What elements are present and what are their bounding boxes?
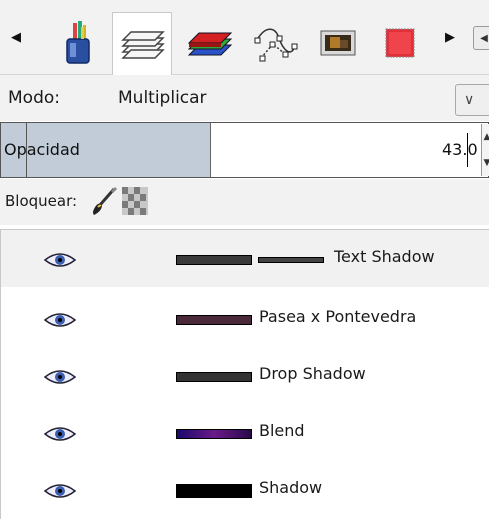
layer-row-pasea[interactable]: Pasea x Pontevedra (1, 290, 489, 347)
layer-row-text-shadow[interactable]: Text Shadow (1, 230, 489, 287)
layer-thumbnail (176, 484, 252, 498)
layer-row-shadow[interactable]: Shadow (1, 461, 489, 518)
opacity-label: Opacidad (4, 140, 80, 159)
tab-tool-options[interactable] (48, 12, 108, 74)
layer-thumbnail (176, 255, 252, 265)
layer-name[interactable]: Blend (259, 421, 305, 440)
layer-thumbnail (176, 315, 252, 325)
paths-icon (254, 28, 298, 62)
eye-icon[interactable] (43, 250, 77, 274)
layers-icon (121, 31, 165, 59)
paintbrush-icon (93, 186, 118, 215)
opacity-spinner[interactable]: ▲ ▼ (481, 124, 489, 176)
layer-row-blend[interactable]: Blend (1, 404, 489, 461)
eye-icon[interactable] (43, 424, 77, 448)
mode-value[interactable]: Multiplicar (118, 88, 207, 108)
tab-channels[interactable] (180, 12, 240, 74)
layer-thumbnail (176, 429, 252, 439)
lock-row: Bloquear: (0, 179, 489, 225)
histogram-icon (385, 28, 415, 58)
mode-dropdown-button[interactable]: ∨ (455, 84, 489, 116)
mode-label: Modo: (8, 88, 60, 108)
tab-layers[interactable] (112, 12, 172, 75)
eye-icon[interactable] (43, 481, 77, 505)
tab-histogram[interactable] (370, 12, 430, 74)
spin-down-icon[interactable]: ▼ (482, 150, 489, 176)
layer-name[interactable]: Text Shadow (334, 247, 435, 266)
lock-label: Bloquear: (5, 192, 78, 210)
tool-options-icon (66, 21, 90, 64)
chevron-down-icon: ∨ (464, 92, 475, 108)
scroll-tabs-right-icon[interactable]: ▶ (445, 30, 455, 46)
lock-pixels-toggle[interactable] (90, 186, 118, 221)
dock-menu-icon: ◀ (480, 32, 488, 44)
layer-name[interactable]: Shadow (259, 478, 322, 497)
mode-row: Modo: Multiplicar (0, 75, 489, 121)
layer-name[interactable]: Drop Shadow (259, 364, 366, 383)
channels-icon (187, 32, 233, 56)
layer-list[interactable]: Text Shadow Pasea x Pontevedra Drop Shad… (0, 229, 489, 519)
dock-menu-button[interactable]: ◀ (473, 26, 489, 50)
lock-alpha-toggle[interactable] (122, 187, 148, 219)
colormap-icon (320, 30, 356, 56)
layer-name[interactable]: Pasea x Pontevedra (259, 307, 416, 326)
eye-icon[interactable] (43, 310, 77, 334)
scroll-tabs-left-icon[interactable]: ◀ (11, 30, 21, 46)
tab-colormap[interactable] (308, 12, 368, 74)
layer-mask-thumbnail (258, 257, 324, 263)
layer-thumbnail (176, 372, 252, 382)
opacity-value[interactable]: 43.0 (442, 140, 478, 159)
eye-icon[interactable] (43, 367, 77, 391)
dock-tab-strip: ◀ ▶ ◀ (0, 0, 489, 75)
checkerboard-icon (122, 187, 148, 215)
opacity-scale[interactable] (26, 122, 489, 178)
spin-up-icon[interactable]: ▲ (482, 124, 489, 150)
tab-paths[interactable] (246, 12, 306, 74)
layer-row-drop-shadow[interactable]: Drop Shadow (1, 347, 489, 404)
